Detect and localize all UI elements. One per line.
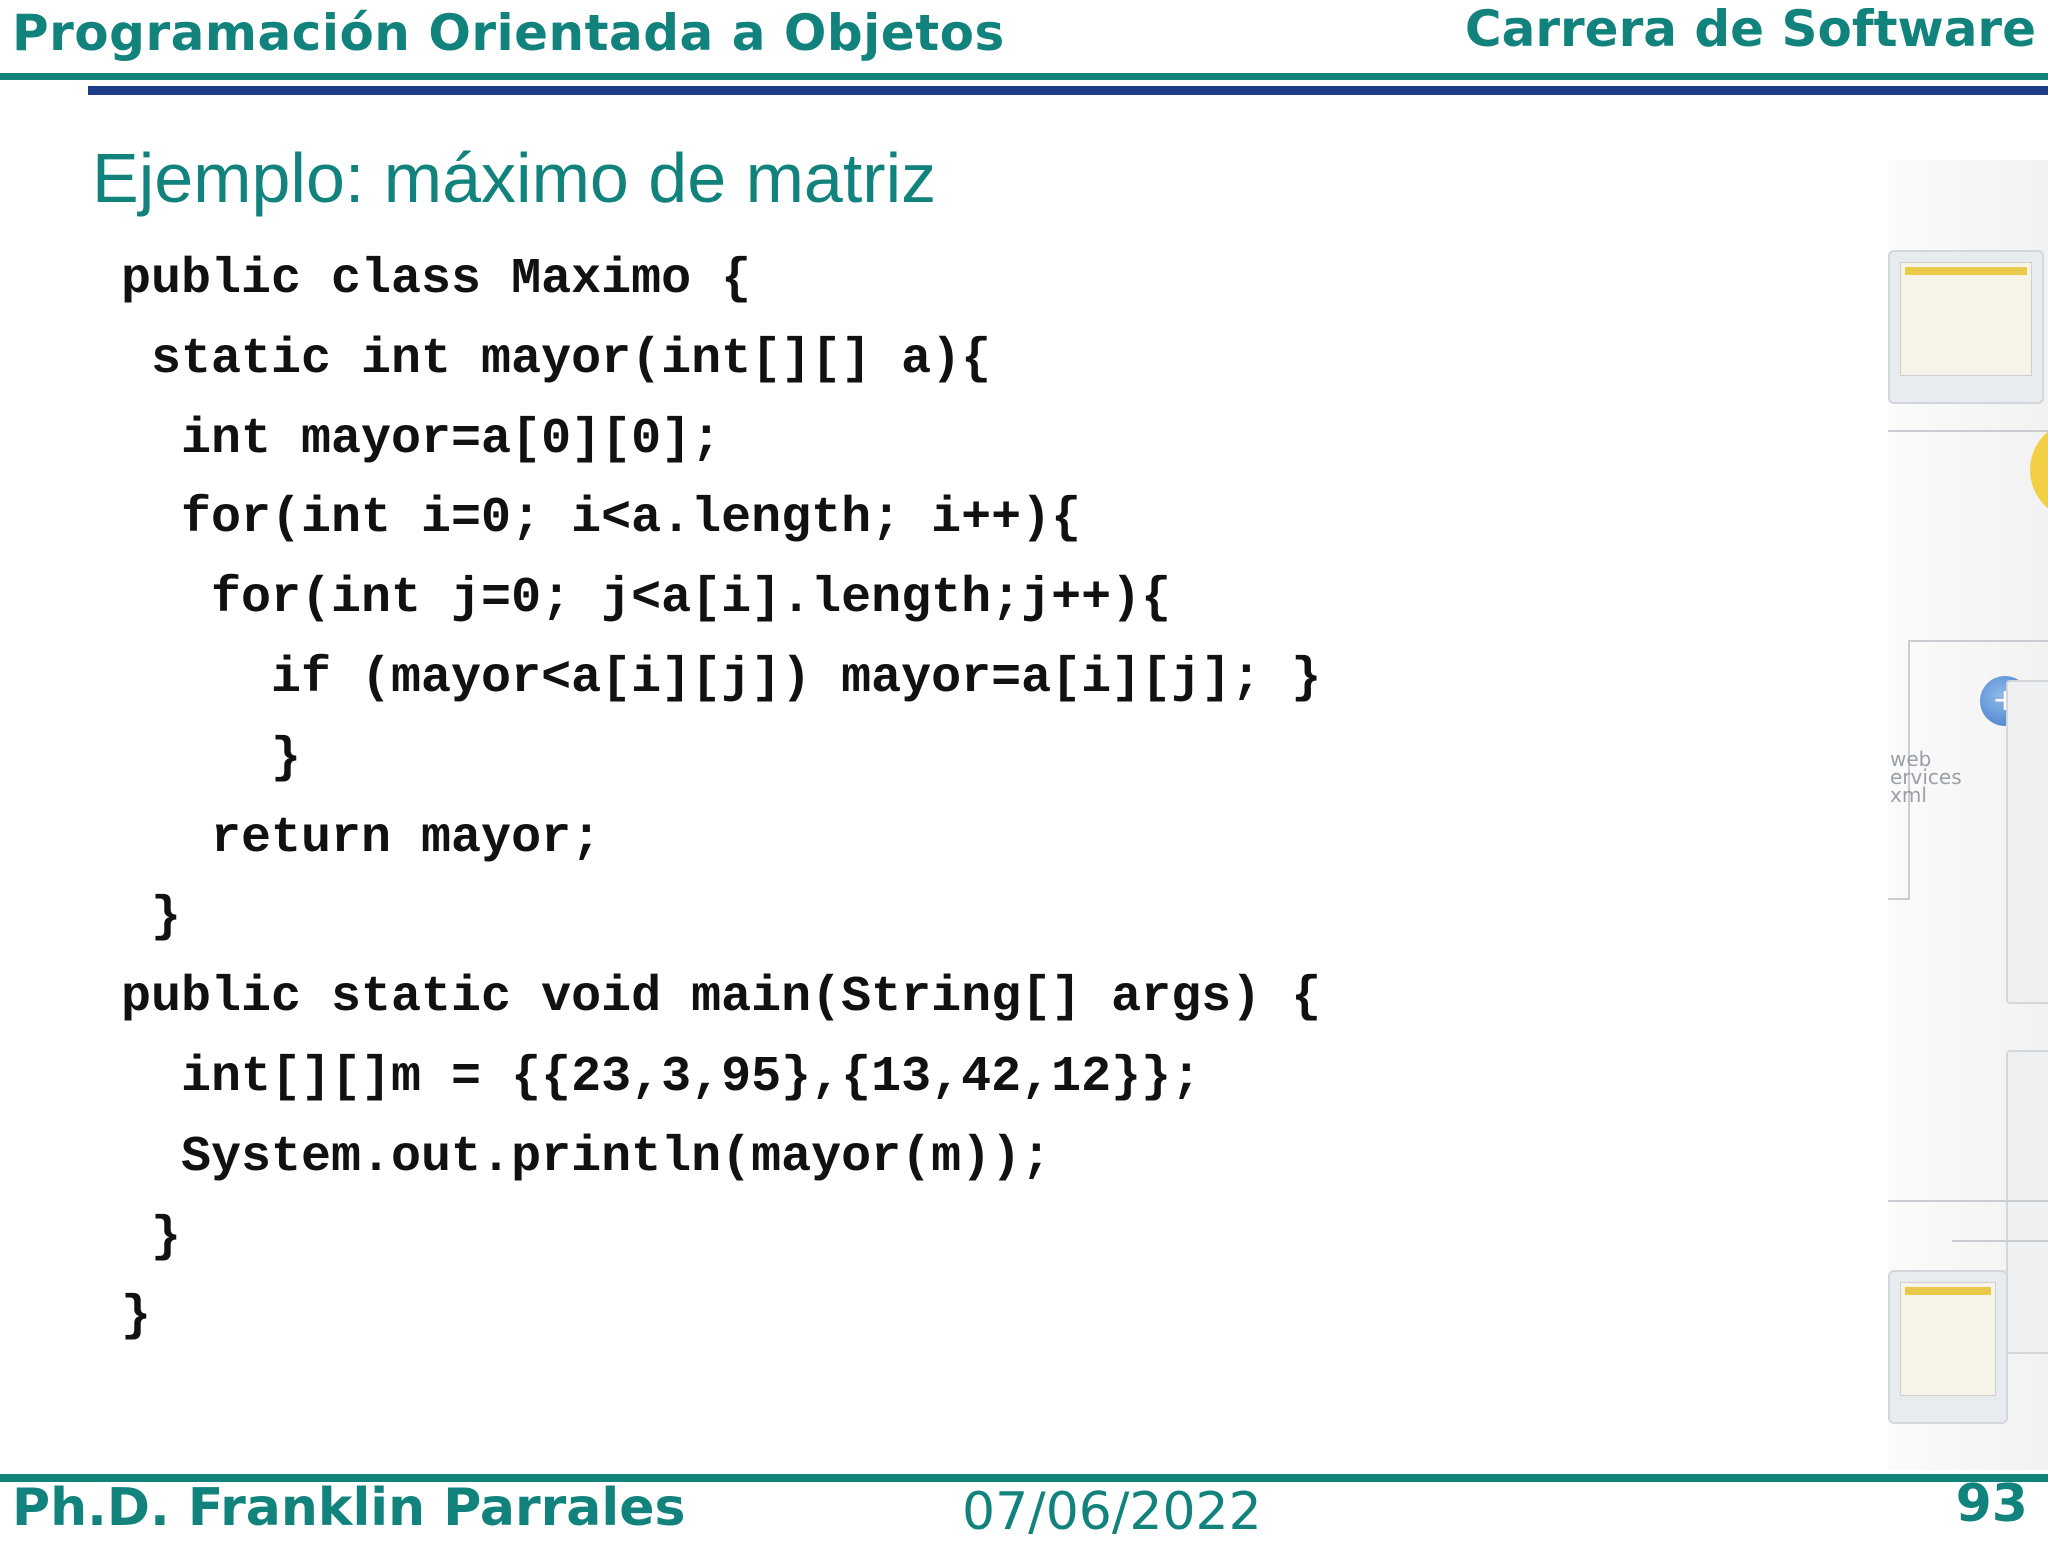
server-icon (2006, 1050, 2048, 1354)
server-icon (2006, 680, 2048, 1004)
connector-line (1888, 898, 1910, 900)
code-block: public class Maximo { static int mayor(i… (121, 240, 1321, 1357)
computer-monitor-icon (1888, 1270, 2008, 1424)
code-line: if (mayor<a[i][j]) mayor=a[i][j]; } (121, 649, 1322, 707)
author-name: Ph.D. Franklin Parrales (12, 1478, 686, 1538)
connector-line (1888, 1200, 2048, 1202)
program-name: Carrera de Software (1464, 0, 2036, 58)
header-divider-teal (0, 73, 2048, 80)
slide-title: Ejemplo: máximo de matriz (92, 139, 937, 217)
connector-line (1908, 640, 2048, 642)
code-line: int mayor=a[0][0]; (121, 410, 722, 468)
code-line: System.out.println(mayor(m)); (121, 1128, 1052, 1186)
code-line: } (121, 1288, 152, 1346)
connector-line (1888, 430, 2048, 432)
code-line: } (121, 889, 182, 947)
network-diagram-decoration: + web ervices xml (1888, 160, 2048, 1470)
code-line: for(int i=0; i<a.length; i++){ (121, 490, 1082, 548)
code-line: return mayor; (121, 809, 602, 867)
web-services-label: web ervices xml (1890, 747, 1962, 807)
header-divider-blue (88, 86, 2048, 95)
code-line: static int mayor(int[][] a){ (121, 330, 992, 388)
code-line: } (121, 1208, 182, 1266)
sun-icon (2030, 420, 2048, 520)
slide-date: 07/06/2022 (962, 1482, 1262, 1542)
code-line: public class Maximo { (121, 251, 752, 308)
code-line: for(int j=0; j<a[i].length;j++){ (121, 570, 1172, 628)
code-line: public static void main(String[] args) { (121, 969, 1322, 1027)
connector-line (1952, 1240, 2048, 1242)
code-line: } (121, 729, 302, 787)
course-title: Programación Orientada a Objetos (12, 4, 1005, 62)
code-line: int[][]m = {{23,3,95},{13,42,12}}; (121, 1048, 1202, 1106)
computer-monitor-icon (1888, 250, 2044, 404)
page-number: 93 (1955, 1474, 2028, 1534)
